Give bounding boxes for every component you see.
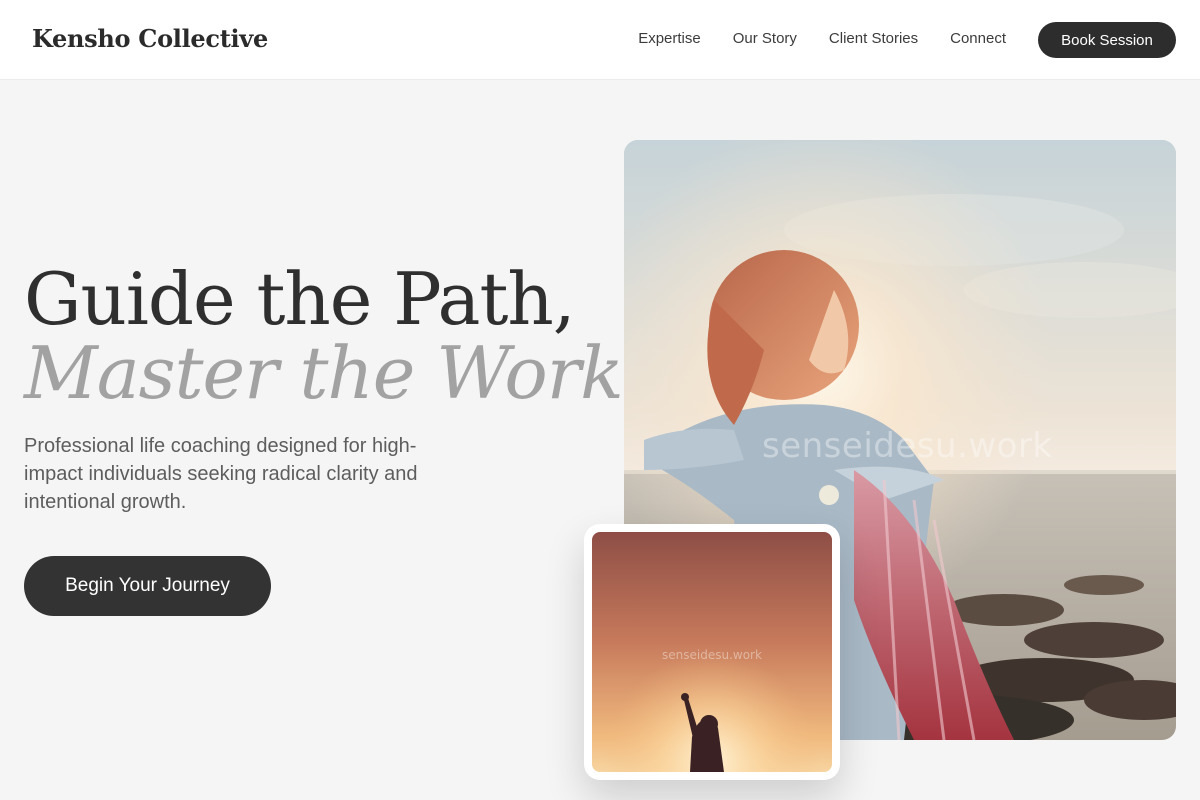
site-header: Kensho Collective Expertise Our Story Cl… [0,0,1200,80]
hero-title-line2: Master the Work. [24,331,646,415]
hero-title-line1: Guide the Path, [24,257,576,341]
hero-subtitle: Professional life coaching designed for … [24,435,418,513]
nav-item-client-stories[interactable]: Client Stories [829,30,918,47]
begin-journey-button[interactable]: Begin Your Journey [24,556,271,616]
nav-item-connect[interactable]: Connect [950,30,1006,47]
sunset-photo: senseidesu.work [592,532,832,772]
brand-logo[interactable]: Kensho Collective [32,24,268,53]
sunset-photo-watermark: senseidesu.work [662,648,762,662]
nav-item-our-story[interactable]: Our Story [733,30,797,47]
sunset-photo-card: senseidesu.work [584,524,840,780]
nav-item-expertise[interactable]: Expertise [638,30,701,47]
hero-photo-watermark: senseidesu.work [762,426,1053,466]
hero-title: Guide the Path, Master the Work. [24,262,646,415]
main-nav: Expertise Our Story Client Stories Conne… [638,30,1006,47]
book-session-button[interactable]: Book Session [1038,22,1176,58]
